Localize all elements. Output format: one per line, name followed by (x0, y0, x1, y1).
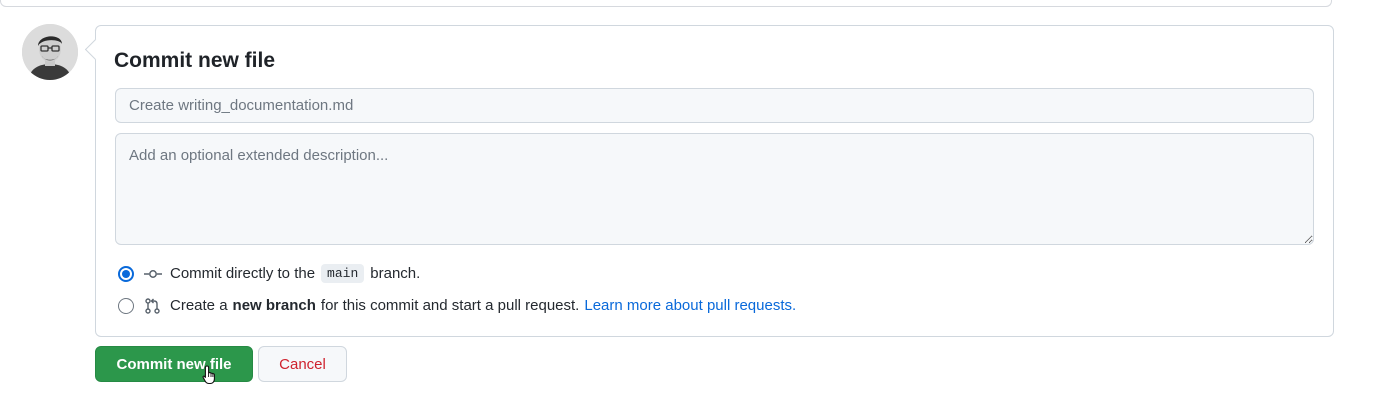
branch-name-chip: main (321, 264, 365, 283)
commit-summary-input[interactable] (115, 88, 1314, 123)
commit-direct-suffix: branch. (370, 265, 421, 282)
previous-panel-edge (0, 0, 1332, 7)
new-branch-suffix: for this commit and start a pull request… (320, 297, 580, 314)
new-branch-option[interactable]: Create a new branch for this commit and … (118, 297, 796, 314)
new-branch-prefix: Create a (170, 297, 228, 314)
learn-more-pull-requests-link[interactable]: Learn more about pull requests. (584, 297, 796, 314)
commit-new-file-button[interactable]: Commit new file (95, 346, 253, 382)
cancel-button[interactable]: Cancel (258, 346, 347, 382)
new-branch-bold-text: new branch (232, 297, 316, 314)
commit-direct-radio[interactable] (118, 265, 134, 282)
commit-page: Commit new file Commit directly to the m… (0, 0, 1384, 400)
commit-form-box: Commit new file Commit directly to the m… (95, 25, 1334, 337)
avatar[interactable] (22, 24, 78, 80)
commit-direct-prefix: Commit directly to the (170, 265, 316, 282)
git-pull-request-icon (144, 297, 162, 314)
new-branch-radio[interactable] (118, 297, 134, 314)
git-commit-icon (144, 266, 162, 282)
commit-form-title: Commit new file (114, 49, 276, 72)
avatar-image (22, 24, 78, 80)
hand-pointer-cursor-icon (202, 365, 215, 385)
commit-description-textarea[interactable] (115, 133, 1314, 245)
commit-direct-option[interactable]: Commit directly to the main branch. (118, 264, 420, 283)
